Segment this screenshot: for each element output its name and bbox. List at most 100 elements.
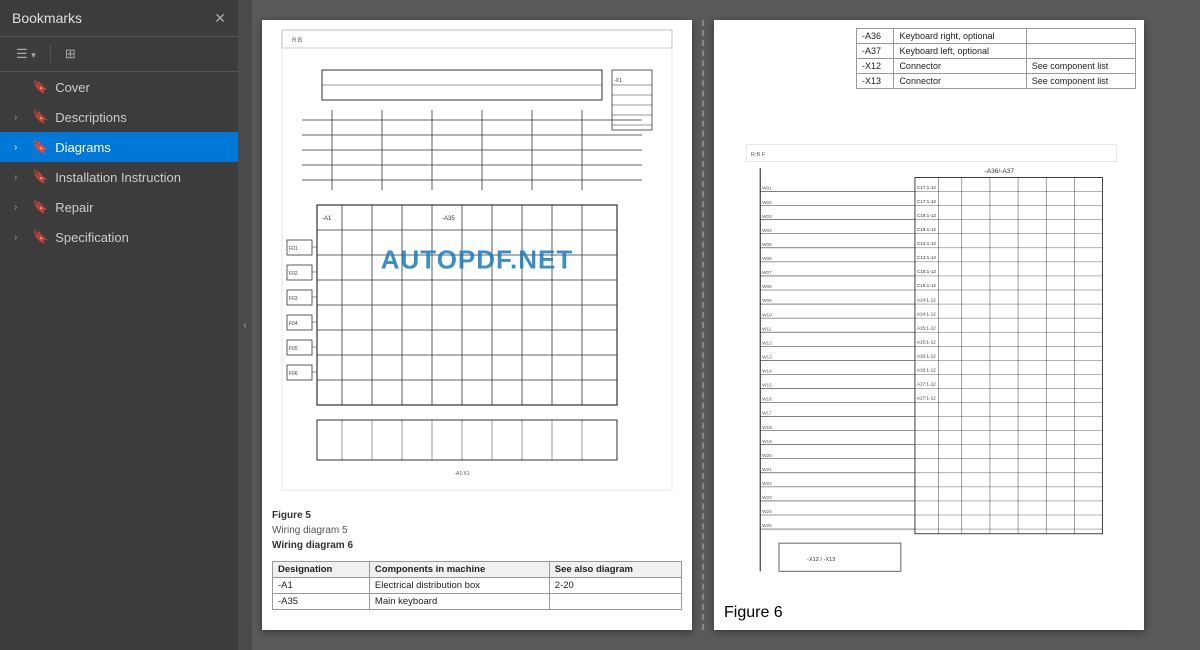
svg-text:W07: W07	[762, 270, 772, 275]
svg-text:W10: W10	[762, 312, 772, 317]
svg-text:F02: F02	[289, 271, 298, 277]
svg-text:-A35: -A35	[442, 216, 455, 222]
svg-text:W18: W18	[762, 425, 772, 430]
sidebar-item-descriptions-label: Descriptions	[55, 110, 127, 125]
diagram-a1: 2-20	[549, 578, 681, 594]
sidebar-item-descriptions[interactable]: › 🔖 Descriptions	[0, 102, 238, 132]
table-row: -A35 Main keyboard	[273, 594, 682, 610]
collapse-handle[interactable]: ‹	[238, 0, 252, 650]
svg-text:F06: F06	[289, 371, 298, 377]
specification-bookmark-icon: 🔖	[32, 229, 48, 245]
ref-x13: -X13	[857, 74, 894, 89]
sidebar-item-cover-label: Cover	[55, 80, 90, 95]
svg-text:W16: W16	[762, 397, 772, 402]
descriptions-bookmark-icon: 🔖	[32, 109, 48, 125]
sidebar-header: Bookmarks ✕	[0, 0, 238, 37]
ref-a37: -A37	[857, 44, 894, 59]
main-content: ‹ AUTOPDF.NET R:B	[238, 0, 1200, 650]
page2-figure-caption: Figure 6	[724, 604, 783, 622]
note-a37	[1026, 44, 1135, 59]
svg-text:W22: W22	[762, 481, 772, 486]
svg-text:A17:1-12: A17:1-12	[917, 382, 936, 387]
svg-text:W08: W08	[762, 284, 772, 289]
svg-text:C17:1-12: C17:1-12	[917, 199, 937, 204]
table-row: -A1 Electrical distribution box 2-20	[273, 578, 682, 594]
col-components: Components in machine	[369, 562, 549, 578]
svg-text:-X12 / -X13: -X12 / -X13	[807, 557, 835, 563]
svg-text:W04: W04	[762, 228, 772, 233]
page1-figure-caption: Figure 5 Wiring diagram 5 Wiring diagram…	[262, 500, 692, 557]
designation-a1: -A1	[273, 578, 370, 594]
collapse-icon: ‹	[243, 320, 246, 331]
sidebar-item-specification-label: Specification	[55, 230, 129, 245]
pages-scroll[interactable]: AUTOPDF.NET R:B	[252, 0, 1200, 650]
svg-text:R:B F: R:B F	[751, 152, 766, 158]
svg-text:W03: W03	[762, 214, 772, 219]
sidebar-item-repair[interactable]: › 🔖 Repair	[0, 192, 238, 222]
svg-text:W09: W09	[762, 298, 772, 303]
figure-subtitle: Wiring diagram 5	[272, 523, 682, 538]
top-reference-table: -A36 Keyboard right, optional -A37 Keybo…	[856, 28, 1136, 89]
svg-text:C17:1-12: C17:1-12	[917, 185, 937, 190]
table-row: -X13 Connector See component list	[857, 74, 1136, 89]
table-row: -X12 Connector See component list	[857, 59, 1136, 74]
sidebar: Bookmarks ✕ ☰ ▾ ⊞ 🔖 Cover › 🔖 Descriptio…	[0, 0, 238, 650]
designation-a35: -A35	[273, 594, 370, 610]
comp-a36: Keyboard right, optional	[894, 29, 1026, 44]
ref-x12: -X12	[857, 59, 894, 74]
svg-text:-A36/-A37: -A36/-A37	[985, 168, 1015, 175]
sidebar-title: Bookmarks	[12, 10, 82, 26]
svg-text:W20: W20	[762, 453, 772, 458]
wiring-diagram-5: AUTOPDF.NET R:B	[262, 20, 692, 500]
specification-arrow-icon: ›	[14, 232, 28, 243]
note-x12: See component list	[1026, 59, 1135, 74]
note-a36	[1026, 29, 1135, 44]
sidebar-item-installation-label: Installation Instruction	[55, 170, 181, 185]
svg-text:A16:1-12: A16:1-12	[917, 354, 936, 359]
svg-text:W23: W23	[762, 495, 772, 500]
svg-text:W25: W25	[762, 523, 772, 528]
repair-arrow-icon: ›	[14, 202, 28, 213]
svg-text:F04: F04	[289, 321, 298, 327]
comp-a37: Keyboard left, optional	[894, 44, 1026, 59]
sidebar-item-diagrams[interactable]: › 🔖 Diagrams	[0, 132, 238, 162]
pdf-page-2: -A36 Keyboard right, optional -A37 Keybo…	[714, 20, 1144, 630]
note-x13: See component list	[1026, 74, 1135, 89]
expand-all-icon: ☰	[16, 46, 28, 61]
svg-text:R:B: R:B	[292, 38, 302, 44]
repair-bookmark-icon: 🔖	[32, 199, 48, 215]
table-row: -A37 Keyboard left, optional	[857, 44, 1136, 59]
sidebar-close-button[interactable]: ✕	[214, 11, 226, 25]
svg-text:C14:1-12: C14:1-12	[917, 241, 937, 246]
installation-bookmark-icon: 🔖	[32, 169, 48, 185]
svg-text:-A1:X1: -A1:X1	[454, 471, 470, 477]
installation-arrow-icon: ›	[14, 172, 28, 183]
descriptions-arrow-icon: ›	[14, 112, 28, 123]
svg-text:W24: W24	[762, 509, 772, 514]
page2-content: -A36 Keyboard right, optional -A37 Keybo…	[714, 20, 1144, 630]
component-a35: Main keyboard	[369, 594, 549, 610]
sidebar-item-specification[interactable]: › 🔖 Specification	[0, 222, 238, 252]
wiring-svg-6: R:B F	[714, 140, 1144, 590]
component-table: Designation Components in machine See al…	[272, 561, 682, 610]
svg-text:F01: F01	[289, 246, 298, 252]
svg-text:C15:1-12: C15:1-12	[917, 269, 937, 274]
diagram-a35	[549, 594, 681, 610]
col-designation: Designation	[273, 562, 370, 578]
svg-text:W14: W14	[762, 369, 772, 374]
svg-text:C18:1-12: C18:1-12	[917, 213, 937, 218]
col-see-diagram: See also diagram	[549, 562, 681, 578]
bookmark-view-button[interactable]: ⊞	[59, 43, 82, 65]
page2-figure-number: Figure 6	[724, 604, 783, 621]
svg-text:W21: W21	[762, 467, 772, 472]
sidebar-item-installation[interactable]: › 🔖 Installation Instruction	[0, 162, 238, 192]
wiring-svg-5: R:B	[262, 20, 692, 500]
sidebar-item-diagrams-label: Diagrams	[55, 140, 111, 155]
svg-text:F05: F05	[289, 346, 298, 352]
ref-a36: -A36	[857, 29, 894, 44]
figure-number: Figure 5	[272, 508, 682, 523]
svg-text:A16:1-12: A16:1-12	[917, 368, 936, 373]
sidebar-item-cover[interactable]: 🔖 Cover	[0, 72, 238, 102]
expand-all-button[interactable]: ☰ ▾	[10, 43, 42, 65]
svg-text:C15:1-12: C15:1-12	[917, 283, 937, 288]
